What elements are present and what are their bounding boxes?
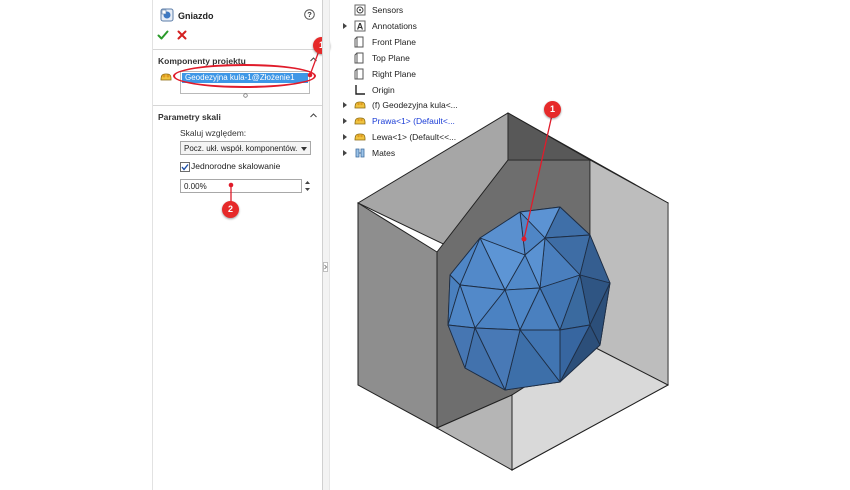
cavity-side-wall	[507, 112, 592, 161]
resize-grip-icon[interactable]	[243, 93, 248, 98]
tree-item-sensors[interactable]: Sensors	[343, 3, 473, 17]
scale-about-label: Skaluj względem:	[180, 128, 247, 138]
spinner-arrows-icon[interactable]	[304, 179, 311, 193]
section-divider	[153, 105, 323, 106]
scale-about-value: Pocz. ukł. współ. komponentów.	[184, 144, 298, 153]
graphics-viewport[interactable]	[340, 90, 680, 480]
tree-item-label: Right Plane	[372, 69, 416, 79]
sensor-icon	[354, 4, 366, 16]
uniform-scaling-checkbox[interactable]	[180, 162, 190, 172]
plane-icon	[354, 52, 364, 64]
plane-icon	[354, 36, 364, 48]
annotation-anchor-dot	[521, 236, 527, 242]
tree-item-label: Top Plane	[372, 53, 410, 63]
annotations-icon: A	[354, 20, 366, 32]
panel-splitter[interactable]	[322, 0, 330, 490]
scale-about-select[interactable]: Pocz. ukł. współ. komponentów.	[180, 141, 311, 155]
scale-value-input[interactable]: 0.00%	[180, 179, 302, 193]
tree-item-annotations[interactable]: A Annotations	[343, 19, 473, 33]
plane-icon	[354, 68, 364, 80]
tree-item-label: Sensors	[372, 5, 404, 15]
help-icon[interactable]: ?	[304, 9, 315, 20]
section-header-scale[interactable]: Parametry skali	[158, 112, 318, 122]
scale-value-text: 0.00%	[184, 182, 207, 191]
cancel-x-icon[interactable]	[176, 29, 188, 41]
tree-item-label: Front Plane	[372, 37, 416, 47]
component-icon	[160, 73, 172, 81]
tree-item-front-plane[interactable]: Front Plane	[343, 35, 473, 49]
uniform-scaling-label: Jednorodne skalowanie	[191, 161, 281, 171]
ok-check-icon[interactable]	[157, 29, 169, 41]
annotation-badge-2: 2	[222, 201, 239, 218]
annotation-ellipse	[173, 64, 316, 88]
cavity-feature-icon	[160, 8, 174, 22]
chevron-down-icon	[301, 147, 307, 151]
svg-text:A: A	[357, 22, 364, 32]
property-manager-panel: Gniazdo ? Komponenty projektu Geodezyjna…	[152, 0, 330, 490]
tree-item-top-plane[interactable]: Top Plane	[343, 51, 473, 65]
expand-arrow-icon[interactable]	[343, 23, 347, 29]
tree-item-label: Annotations	[372, 21, 417, 31]
svg-text:?: ?	[307, 10, 312, 19]
collapse-arrow-icon[interactable]	[323, 262, 328, 272]
block-left-face	[357, 202, 438, 429]
panel-title: Gniazdo	[178, 11, 214, 21]
tree-item-right-plane[interactable]: Right Plane	[343, 67, 473, 81]
annotation-badge-3: 1	[544, 101, 561, 118]
chevron-up-icon[interactable]	[310, 112, 317, 119]
